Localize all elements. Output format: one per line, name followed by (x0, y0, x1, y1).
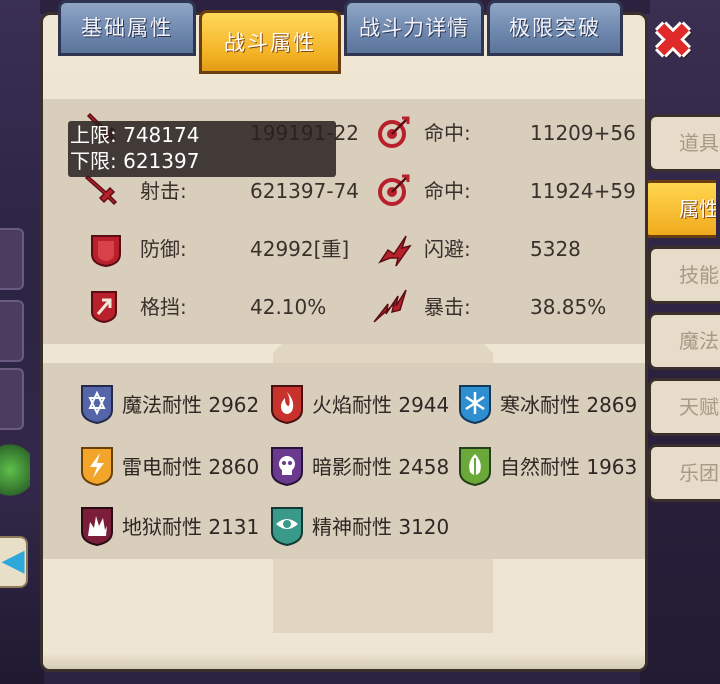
magic-resist-icon (81, 385, 113, 424)
dodge-value: 5328 (530, 237, 581, 261)
block-icon (91, 291, 117, 324)
background-plant (0, 440, 30, 500)
side-tab-label: 天赋 (679, 395, 719, 419)
side-tab-label: 技能 (679, 263, 719, 287)
hit-label: 命中: (424, 179, 471, 203)
attributes-panel (40, 12, 648, 672)
target-icon (378, 116, 410, 148)
side-tab-band[interactable]: 乐团 (648, 444, 720, 502)
dodge-icon (378, 235, 412, 267)
hit-label: 命中: (424, 121, 471, 145)
tab-limit-break[interactable]: 极限突破 (487, 0, 623, 56)
nature-resist-icon (459, 447, 491, 486)
tab-label: 极限突破 (509, 16, 601, 40)
tab-label: 战斗力详情 (359, 16, 469, 40)
side-tab-label: 道具 (679, 131, 719, 155)
hit-value: 11209+56 (530, 121, 636, 145)
ice-resist-icon (459, 385, 491, 424)
target-icon (378, 174, 410, 206)
magic-resist-label: 魔法耐性 2962 (122, 393, 260, 417)
tab-basic-attributes[interactable]: 基础属性 (58, 0, 196, 56)
spirit-resist-label: 精神耐性 3120 (312, 515, 450, 539)
background-slot (0, 368, 24, 430)
side-tab-skills[interactable]: 技能 (648, 246, 720, 304)
nature-resist-label: 自然耐性 1963 (500, 455, 638, 479)
side-tab-items[interactable]: 道具 (648, 114, 720, 172)
panel-bottom-edge (43, 653, 645, 669)
critical-value: 38.85% (530, 295, 607, 319)
tab-power-details[interactable]: 战斗力详情 (344, 0, 484, 56)
side-tab-talent[interactable]: 天赋 (648, 378, 720, 436)
shield-icon (91, 235, 121, 268)
fire-resist-icon (271, 385, 303, 424)
thunder-resist-label: 雷电耐性 2860 (122, 455, 260, 479)
scroll-left-arrow-icon[interactable]: ◀ (0, 536, 28, 588)
defense-label: 防御: (140, 237, 187, 261)
block-label: 格挡: (140, 295, 187, 319)
tooltip-lower-limit: 下限: 621397 (70, 149, 200, 173)
side-tab-label: 属性 (679, 197, 716, 221)
attack-range-tooltip: 上限: 748174 下限: 621397 (68, 121, 336, 177)
hell-resist-icon (81, 507, 113, 546)
tab-label: 基础属性 (81, 16, 173, 40)
fire-resist-label: 火焰耐性 2944 (312, 393, 450, 417)
shadow-resist-icon (271, 447, 303, 486)
hell-resist-label: 地狱耐性 2131 (122, 515, 260, 539)
hit-value: 11924+59 (530, 179, 636, 203)
thunder-resist-icon (81, 447, 113, 486)
critical-label: 暴击: (424, 295, 471, 319)
tab-label: 战斗属性 (224, 31, 316, 55)
close-button[interactable]: ✖ (650, 17, 696, 65)
tab-combat-attributes[interactable]: 战斗属性 (199, 10, 341, 74)
side-tab-label: 魔法 (679, 329, 719, 353)
shoot-value: 621397-74 (250, 179, 360, 203)
shoot-label: 射击: (140, 179, 187, 203)
side-tab-attributes[interactable]: 属性 (642, 180, 716, 238)
ice-resist-label: 寒冰耐性 2869 (500, 393, 638, 417)
dodge-label: 闪避: (424, 237, 471, 261)
background-slot (0, 300, 24, 362)
spirit-resist-icon (271, 507, 303, 546)
shoot-icon (84, 174, 118, 206)
side-tab-magic[interactable]: 魔法 (648, 312, 720, 370)
block-value: 42.10% (250, 295, 327, 319)
tooltip-upper-limit: 上限: 748174 (70, 123, 200, 147)
critical-icon (373, 289, 407, 323)
defense-value: 42992[重] (250, 237, 350, 261)
side-tab-label: 乐团 (679, 461, 719, 485)
background-slot (0, 228, 24, 290)
shadow-resist-label: 暗影耐性 2458 (312, 455, 450, 479)
